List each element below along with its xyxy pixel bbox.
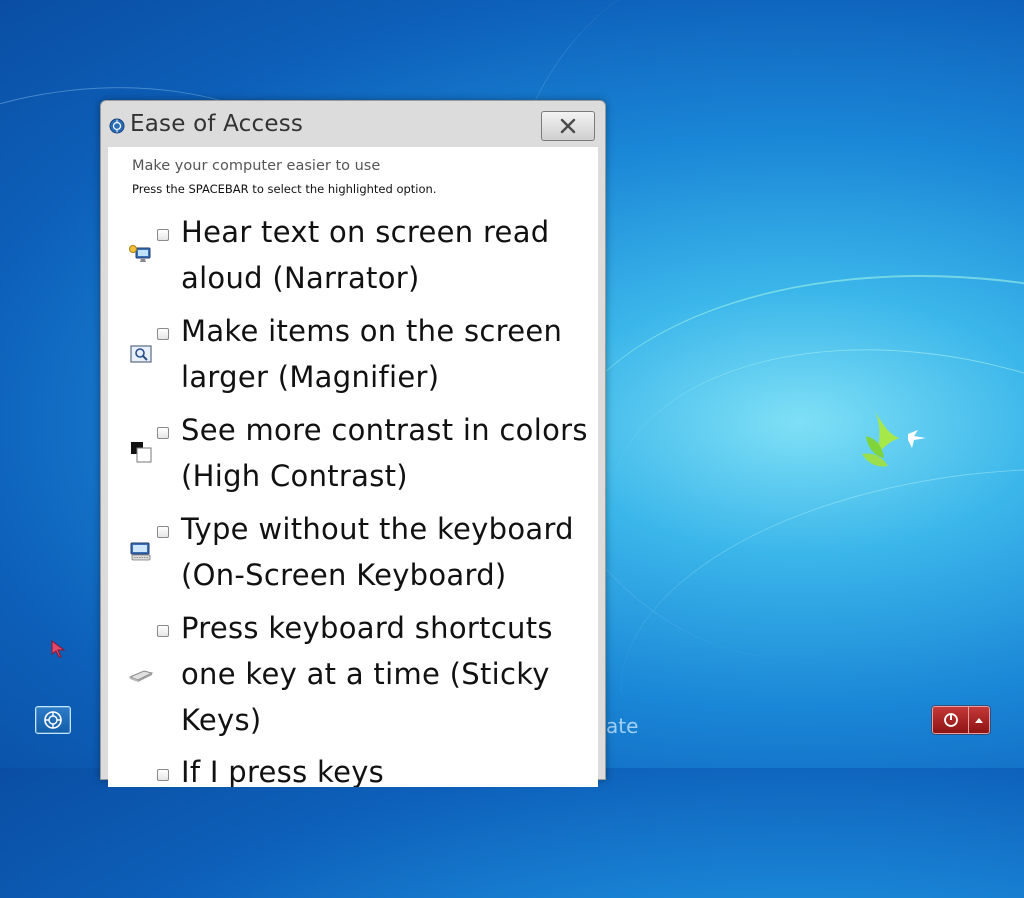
narrator-checkbox[interactable]: [157, 229, 169, 241]
option-label: Press keyboard shortcuts one key at a ti…: [181, 611, 553, 737]
shutdown-button[interactable]: [933, 707, 969, 733]
on-screen-keyboard-checkbox[interactable]: [157, 526, 169, 538]
title-bar: Ease of Access: [101, 101, 605, 147]
magnifier-checkbox[interactable]: [157, 328, 169, 340]
ease-of-access-dialog: Ease of Access Make your computer easier…: [100, 100, 606, 787]
ease-of-access-button[interactable]: [35, 706, 71, 734]
close-button[interactable]: [541, 111, 595, 141]
dialog-instruction: Press the SPACEBAR to select the highlig…: [132, 182, 437, 196]
dialog-content: Make your computer easier to use Press t…: [108, 147, 598, 787]
option-label: If I press keys: [181, 755, 385, 787]
ease-of-access-icon: [44, 711, 62, 729]
sticky-keys-icon: [128, 670, 154, 682]
power-icon: [943, 713, 958, 727]
windows-bird-logo-icon: [862, 406, 926, 467]
filter-keys-checkbox[interactable]: [157, 769, 169, 781]
wallpaper-swoosh: [606, 442, 1024, 898]
window-title: Ease of Access: [130, 111, 304, 137]
ease-of-access-icon: [109, 118, 125, 134]
high-contrast-checkbox[interactable]: [157, 427, 169, 439]
option-label: Make items on the screen larger (Magnifi…: [181, 314, 563, 394]
shutdown-control: [932, 706, 990, 734]
option-label: See more contrast in colors (High Contra…: [181, 413, 588, 493]
option-label: Hear text on screen read aloud (Narrator…: [181, 215, 550, 295]
wallpaper-swoosh: [559, 281, 1024, 860]
dialog-heading: Make your computer easier to use: [132, 158, 381, 174]
close-icon: [560, 118, 576, 134]
shutdown-options-button[interactable]: [968, 707, 989, 733]
narrator-icon: [129, 245, 151, 262]
keyboard-icon: [130, 542, 151, 561]
windows-brand-text: ate: [606, 714, 639, 738]
chevron-up-icon: [975, 718, 984, 723]
sticky-keys-checkbox[interactable]: [157, 625, 169, 637]
high-contrast-icon: [131, 442, 152, 463]
option-label: Type without the keyboard (On-Screen Key…: [181, 512, 574, 592]
mouse-cursor-icon: [51, 640, 66, 658]
magnifier-icon: [130, 345, 152, 363]
